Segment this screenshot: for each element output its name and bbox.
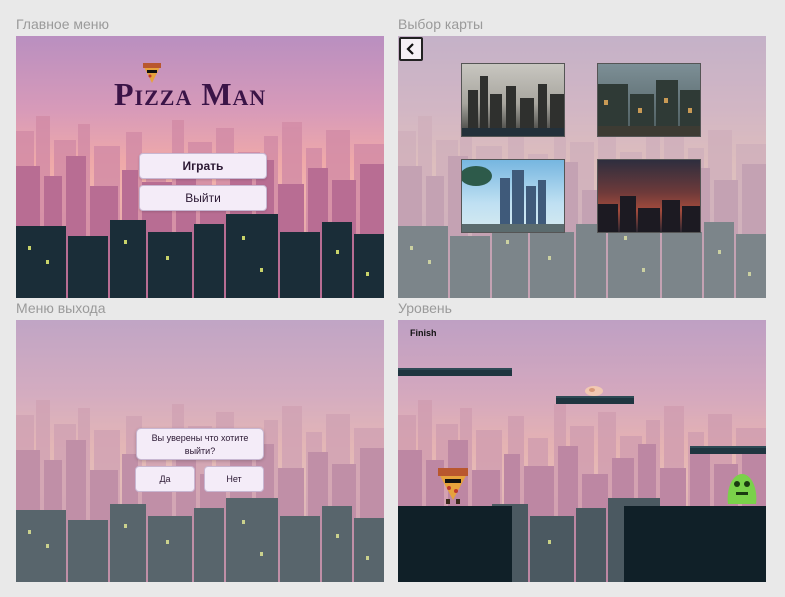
no-button[interactable]: Нет: [204, 466, 264, 492]
level-panel: Finish: [398, 320, 766, 582]
panel-title-main-menu: Главное меню: [16, 16, 110, 32]
chevron-left-icon: [406, 43, 414, 55]
exit-confirm-dialog: Вы уверены что хотите выйти?: [136, 428, 264, 460]
map-thumb-3[interactable]: [461, 159, 565, 233]
map-select-panel: [398, 36, 766, 298]
panel-title-exit-menu: Меню выхода: [16, 300, 106, 316]
map-thumb-2[interactable]: [597, 63, 701, 137]
platform-top-left: [398, 368, 512, 376]
pizza-man-player-icon: [436, 466, 470, 504]
exit-menu-panel: Вы уверены что хотите выйти? Да Нет: [16, 320, 384, 582]
panel-title-map-select: Выбор карты: [398, 16, 484, 32]
finish-label: Finish: [410, 328, 437, 338]
yes-button[interactable]: Да: [135, 466, 195, 492]
map-thumb-4[interactable]: [597, 159, 701, 233]
platform-right: [690, 446, 766, 454]
ground-right: [624, 506, 766, 582]
panel-title-level: Уровень: [398, 300, 452, 316]
platform-middle: [556, 396, 634, 404]
ground-left: [398, 506, 512, 582]
play-button[interactable]: Играть: [139, 153, 267, 179]
slime-enemy-icon: [724, 470, 760, 506]
main-menu-panel: Pizza Man Играть Выйти: [16, 36, 384, 298]
dim-overlay: [398, 36, 766, 298]
exit-button[interactable]: Выйти: [139, 185, 267, 211]
game-logo: Pizza Man: [114, 76, 267, 112]
exit-question: Вы уверены что хотите выйти?: [151, 433, 249, 456]
map-thumb-1[interactable]: [461, 63, 565, 137]
back-button[interactable]: [399, 37, 423, 61]
collectible-icon: [584, 384, 604, 396]
